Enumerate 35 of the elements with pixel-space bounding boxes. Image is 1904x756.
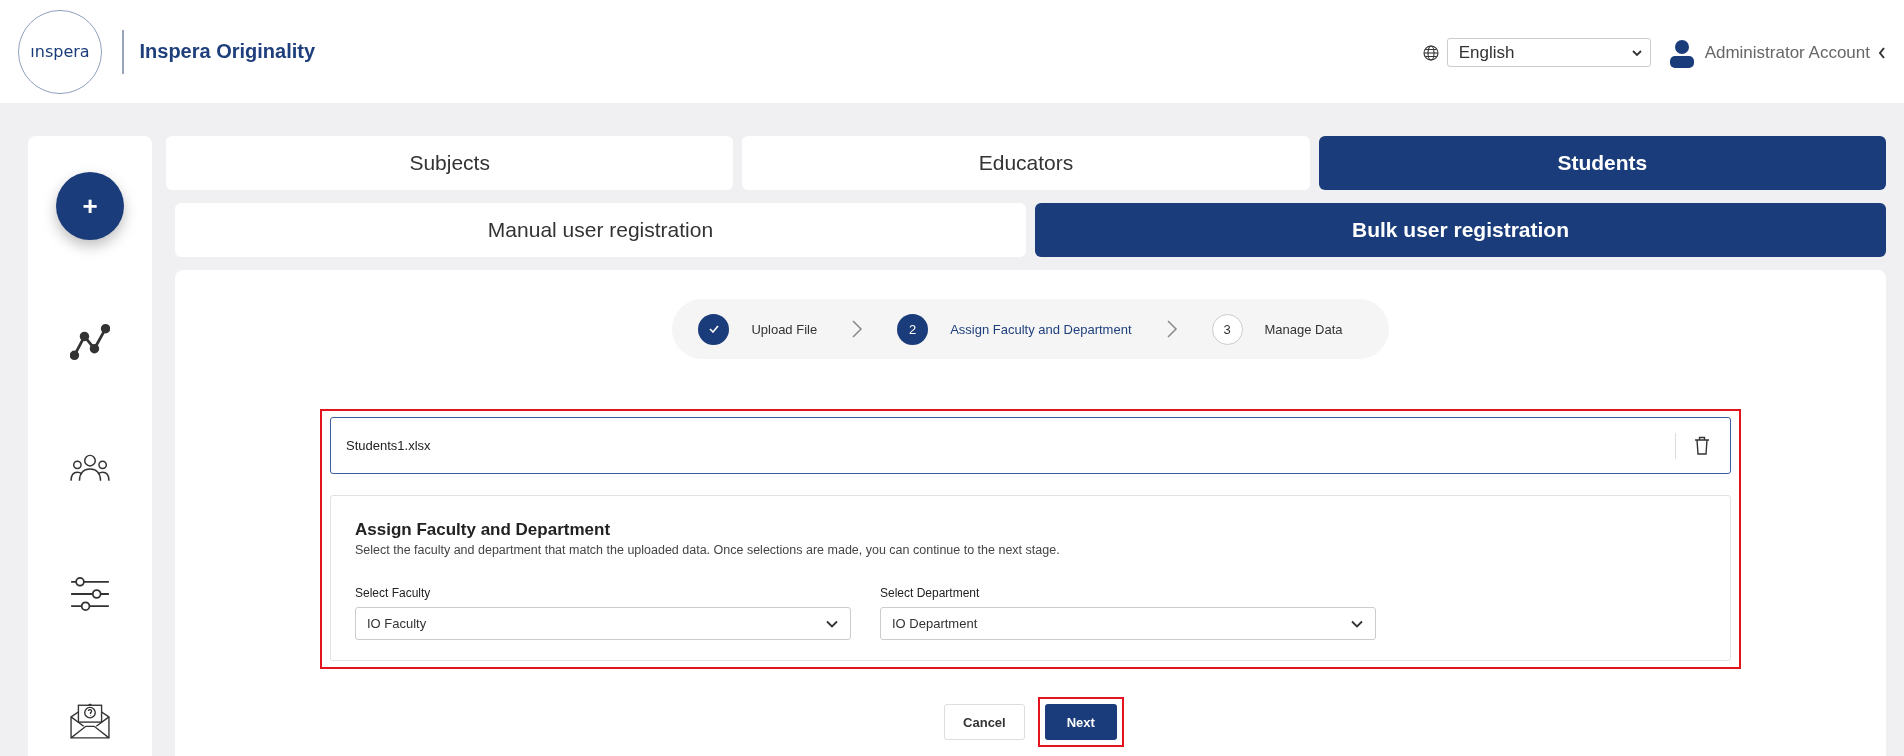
chevron-left-icon[interactable] — [1878, 46, 1886, 59]
add-button[interactable]: + — [56, 172, 124, 240]
chevron-down-icon — [1351, 619, 1363, 628]
sliders-icon[interactable] — [70, 574, 110, 614]
card-title: Assign Faculty and Department — [355, 520, 612, 540]
cancel-button[interactable]: Cancel — [944, 704, 1025, 740]
step-label: Assign Faculty and Department — [950, 321, 1132, 337]
select-field[interactable]: IO Department — [880, 607, 1376, 640]
tab[interactable]: Educators — [742, 136, 1310, 190]
file-name: Students1.xlsx — [346, 438, 432, 453]
globe-icon — [1422, 44, 1439, 61]
card-description: Select the faculty and department that match the uploaded data. Once selections are made, you can continue to the next stage. — [355, 543, 1061, 557]
chevron-down-icon — [1631, 48, 1642, 57]
user-name[interactable]: Administrator Account — [1704, 42, 1870, 63]
logo-text: ınspera — [30, 42, 90, 61]
check-icon — [708, 325, 719, 333]
step-number: 2 — [897, 313, 929, 345]
step-label: Upload File — [751, 321, 818, 337]
tab[interactable]: Bulk user registration — [1035, 203, 1886, 257]
trash-icon[interactable] — [1694, 436, 1710, 455]
field-label: Select Faculty — [355, 586, 432, 600]
field-label: Select Department — [880, 586, 981, 600]
language-select[interactable]: English — [1446, 38, 1651, 67]
app-name: Inspera Originality — [139, 40, 316, 63]
chevron-down-icon — [826, 619, 838, 628]
chevron-right-icon — [1165, 319, 1178, 339]
tab[interactable]: Subjects — [166, 136, 734, 190]
line-chart-icon[interactable] — [70, 322, 110, 362]
tab[interactable]: Manual user registration — [175, 203, 1026, 257]
step-number: 3 — [1211, 313, 1243, 345]
chevron-right-icon — [851, 319, 864, 339]
next-button[interactable]: Next — [1044, 704, 1117, 740]
select-field[interactable]: IO Faculty — [355, 607, 851, 640]
tab[interactable]: Students — [1318, 136, 1886, 190]
step-label: Manage Data — [1264, 321, 1343, 337]
